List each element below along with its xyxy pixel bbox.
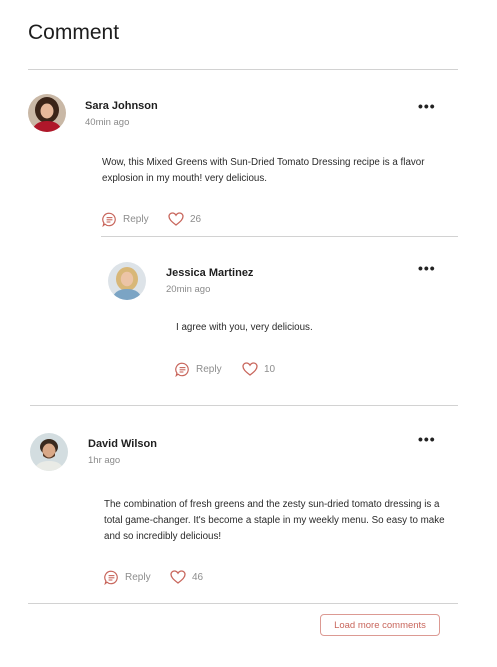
heart-icon bbox=[242, 362, 258, 376]
like-count: 26 bbox=[190, 213, 202, 225]
reply-bubble-icon bbox=[175, 362, 189, 377]
reply-button[interactable]: Reply bbox=[102, 212, 149, 227]
comment-time: 1hr ago bbox=[88, 455, 121, 466]
reply-bubble-icon bbox=[102, 212, 116, 227]
comment-time: 40min ago bbox=[85, 117, 130, 128]
comment-text: Wow, this Mixed Greens with Sun-Dried To… bbox=[102, 157, 425, 184]
reply-divider bbox=[101, 236, 458, 237]
like-button[interactable]: 46 bbox=[170, 570, 203, 584]
page-title: Comment bbox=[28, 21, 120, 44]
footer-divider bbox=[28, 603, 458, 604]
reply-label: Reply bbox=[196, 364, 222, 375]
comment-text: The combination of fresh greens and the … bbox=[104, 499, 445, 542]
reply-label: Reply bbox=[125, 572, 151, 583]
avatar[interactable] bbox=[28, 94, 66, 132]
reply-label: Reply bbox=[123, 214, 149, 225]
comment-author[interactable]: Jessica Martinez bbox=[166, 267, 253, 279]
heart-icon bbox=[170, 570, 186, 584]
like-count: 10 bbox=[264, 363, 276, 375]
comment-author[interactable]: David Wilson bbox=[88, 438, 157, 450]
reply-bubble-icon bbox=[104, 570, 118, 585]
comment-text: I agree with you, very delicious. bbox=[176, 322, 313, 333]
comments-page: Comment Sara Johnson 40min ago ••• Wow, … bbox=[0, 0, 497, 667]
comment-time: 20min ago bbox=[166, 284, 211, 295]
comment-author[interactable]: Sara Johnson bbox=[85, 100, 158, 112]
more-options-icon[interactable]: ••• bbox=[418, 261, 436, 275]
load-more-button[interactable]: Load more comments bbox=[320, 614, 440, 636]
heart-icon bbox=[168, 212, 184, 226]
like-count: 46 bbox=[192, 571, 204, 583]
more-options-icon[interactable]: ••• bbox=[418, 99, 436, 113]
reply-button[interactable]: Reply bbox=[175, 362, 222, 377]
header-divider bbox=[28, 69, 458, 70]
reply-button[interactable]: Reply bbox=[104, 570, 151, 585]
avatar[interactable] bbox=[108, 262, 146, 300]
like-button[interactable]: 10 bbox=[242, 362, 275, 376]
comment-divider bbox=[30, 405, 458, 406]
like-button[interactable]: 26 bbox=[168, 212, 201, 226]
more-options-icon[interactable]: ••• bbox=[418, 432, 436, 446]
avatar[interactable] bbox=[30, 433, 68, 471]
